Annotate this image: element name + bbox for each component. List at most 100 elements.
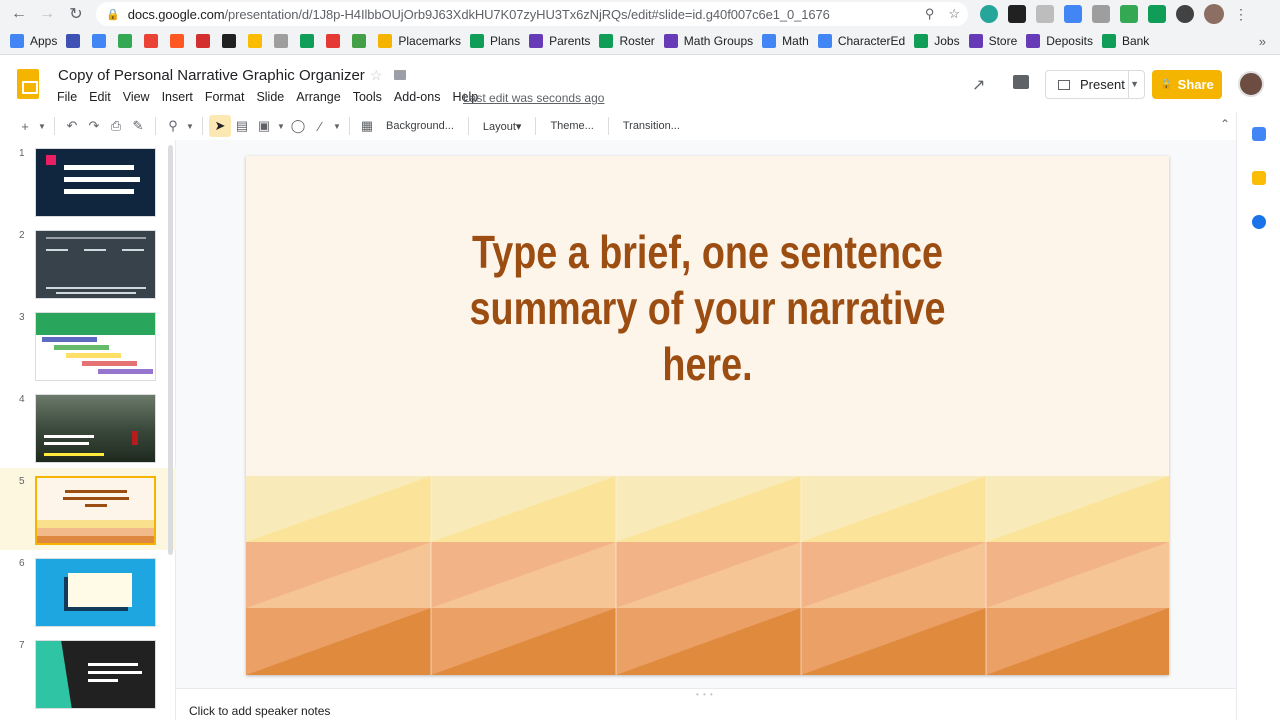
slide-thumbnail[interactable] bbox=[35, 148, 156, 217]
slide-thumbnail[interactable] bbox=[35, 476, 156, 545]
layout-button[interactable]: Layout▾ bbox=[483, 120, 522, 133]
document-title[interactable]: Copy of Personal Narrative Graphic Organ… bbox=[58, 67, 365, 84]
bookmark-star-icon[interactable]: ☆ bbox=[948, 6, 960, 22]
menu-dots-icon[interactable]: ⋮ bbox=[1234, 6, 1248, 23]
folder-icon[interactable] bbox=[394, 70, 406, 80]
share-button[interactable]: 🔒 Share bbox=[1152, 70, 1222, 99]
chevron-down-icon[interactable]: ▼ bbox=[184, 115, 196, 137]
filmstrip-scrollbar[interactable] bbox=[168, 145, 173, 555]
menu-file[interactable]: File bbox=[57, 90, 77, 104]
more-bookmarks-icon[interactable]: » bbox=[1259, 34, 1266, 49]
select-cursor-icon[interactable]: ➤ bbox=[209, 115, 231, 137]
bookmark-math[interactable]: Math bbox=[762, 34, 809, 48]
bookmark-icon[interactable] bbox=[326, 34, 341, 48]
chevron-down-icon[interactable]: ▼ bbox=[1130, 79, 1139, 89]
filmstrip-item[interactable]: 3 bbox=[0, 304, 176, 386]
paint-format-icon[interactable]: ✎ bbox=[127, 115, 149, 137]
tasks-icon[interactable] bbox=[1252, 215, 1266, 229]
zoom-icon[interactable]: ⚲ bbox=[162, 115, 184, 137]
slides-logo-icon[interactable] bbox=[17, 69, 39, 99]
extension-icon[interactable] bbox=[1036, 5, 1054, 23]
slide-thumbnail[interactable] bbox=[35, 640, 156, 709]
text-box-icon[interactable]: ▤ bbox=[231, 115, 253, 137]
bookmark-jobs[interactable]: Jobs bbox=[914, 34, 960, 48]
bookmark-icon[interactable] bbox=[352, 34, 367, 48]
print-icon[interactable]: ⎙ bbox=[105, 115, 127, 137]
menu-view[interactable]: View bbox=[123, 90, 150, 104]
menu-tools[interactable]: Tools bbox=[353, 90, 382, 104]
current-slide[interactable]: Type a brief, one sentence summary of yo… bbox=[246, 156, 1169, 675]
bookmark-icon[interactable] bbox=[300, 34, 315, 48]
comment-icon[interactable] bbox=[1013, 75, 1029, 89]
extension-icon[interactable] bbox=[1092, 5, 1110, 23]
keep-icon[interactable] bbox=[1252, 171, 1266, 185]
slide-thumbnail[interactable] bbox=[35, 230, 156, 299]
filmstrip-item-selected[interactable]: 5 bbox=[0, 468, 176, 550]
slide-thumbnail[interactable] bbox=[35, 558, 156, 627]
slide-thumbnail[interactable] bbox=[35, 312, 156, 381]
bookmark-icon[interactable] bbox=[144, 34, 159, 48]
back-icon[interactable]: ← bbox=[5, 0, 33, 28]
activity-trend-icon[interactable]: ↗ bbox=[972, 75, 990, 94]
bookmark-charactered[interactable]: CharacterEd bbox=[817, 34, 905, 48]
extension-icon[interactable] bbox=[1176, 5, 1194, 23]
menu-arrange[interactable]: Arrange bbox=[296, 90, 340, 104]
transition-button[interactable]: Transition... bbox=[623, 120, 680, 132]
calendar-icon[interactable] bbox=[1252, 127, 1266, 141]
reload-icon[interactable]: ↻ bbox=[62, 0, 90, 28]
extension-icon[interactable] bbox=[1148, 5, 1166, 23]
extension-icon[interactable] bbox=[1064, 5, 1082, 23]
theme-button[interactable]: Theme... bbox=[550, 120, 593, 132]
bookmark-parents[interactable]: Parents bbox=[529, 34, 590, 48]
bookmark-bank[interactable]: Bank bbox=[1101, 34, 1149, 48]
shape-icon[interactable]: ◯ bbox=[287, 115, 309, 137]
bookmark-deposits[interactable]: Deposits bbox=[1026, 34, 1093, 48]
filmstrip-item[interactable]: 6 bbox=[0, 550, 176, 632]
resize-handle[interactable]: • • • bbox=[696, 690, 714, 699]
new-slide-icon[interactable]: + bbox=[14, 115, 36, 137]
user-avatar[interactable] bbox=[1238, 71, 1264, 97]
image-icon[interactable]: ▣ bbox=[253, 115, 275, 137]
bookmark-icon[interactable] bbox=[66, 34, 81, 48]
bookmark-plans[interactable]: Plans bbox=[470, 34, 520, 48]
last-edit-link[interactable]: Last edit was seconds ago bbox=[463, 91, 604, 105]
chevron-down-icon[interactable]: ▼ bbox=[36, 115, 48, 137]
address-bar[interactable]: 🔒 docs.google.com/presentation/d/1J8p-H4… bbox=[96, 2, 968, 26]
bookmark-math-groups[interactable]: Math Groups bbox=[663, 34, 753, 48]
extension-icon[interactable] bbox=[980, 5, 998, 23]
menu-edit[interactable]: Edit bbox=[89, 90, 111, 104]
bookmark-roster[interactable]: Roster bbox=[599, 34, 655, 48]
chevron-down-icon[interactable]: ▼ bbox=[331, 115, 343, 137]
bookmark-placemarks[interactable]: Placemarks bbox=[378, 34, 461, 48]
bookmark-icon[interactable] bbox=[274, 34, 289, 48]
menu-format[interactable]: Format bbox=[205, 90, 245, 104]
bookmark-icon[interactable] bbox=[248, 34, 263, 48]
filmstrip-item[interactable]: 2 bbox=[0, 222, 176, 304]
bookmark-icon[interactable] bbox=[118, 34, 133, 48]
add-comment-icon[interactable]: ▦ bbox=[356, 115, 378, 137]
collapse-toolbar-icon[interactable]: ⌃ bbox=[1220, 117, 1230, 131]
slide-thumbnail[interactable] bbox=[35, 394, 156, 463]
forward-icon[interactable]: → bbox=[33, 0, 61, 28]
extension-icon[interactable] bbox=[1120, 5, 1138, 23]
undo-icon[interactable]: ↶ bbox=[61, 115, 83, 137]
filmstrip-item[interactable]: 4 bbox=[0, 386, 176, 468]
filmstrip-item[interactable]: 7 bbox=[0, 632, 176, 714]
speaker-notes-placeholder[interactable]: Click to add speaker notes bbox=[189, 704, 330, 718]
bookmark-icon[interactable] bbox=[170, 34, 185, 48]
bookmark-icon[interactable] bbox=[92, 34, 107, 48]
star-icon[interactable]: ☆ bbox=[370, 67, 383, 84]
zoom-icon[interactable]: ⚲ bbox=[925, 6, 935, 22]
bookmark-icon[interactable] bbox=[222, 34, 237, 48]
profile-avatar[interactable] bbox=[1204, 4, 1224, 24]
background-button[interactable]: Background... bbox=[386, 120, 454, 132]
bookmark-apps[interactable]: Apps bbox=[10, 34, 57, 48]
menu-add-ons[interactable]: Add-ons bbox=[394, 90, 441, 104]
present-button[interactable]: Present ▼ bbox=[1045, 70, 1145, 99]
redo-icon[interactable]: ↷ bbox=[83, 115, 105, 137]
menu-slide[interactable]: Slide bbox=[256, 90, 284, 104]
speaker-notes[interactable]: • • • Click to add speaker notes bbox=[176, 688, 1236, 720]
bookmark-store[interactable]: Store bbox=[968, 34, 1017, 48]
filmstrip-item[interactable]: 1 bbox=[0, 140, 176, 222]
menu-insert[interactable]: Insert bbox=[162, 90, 193, 104]
